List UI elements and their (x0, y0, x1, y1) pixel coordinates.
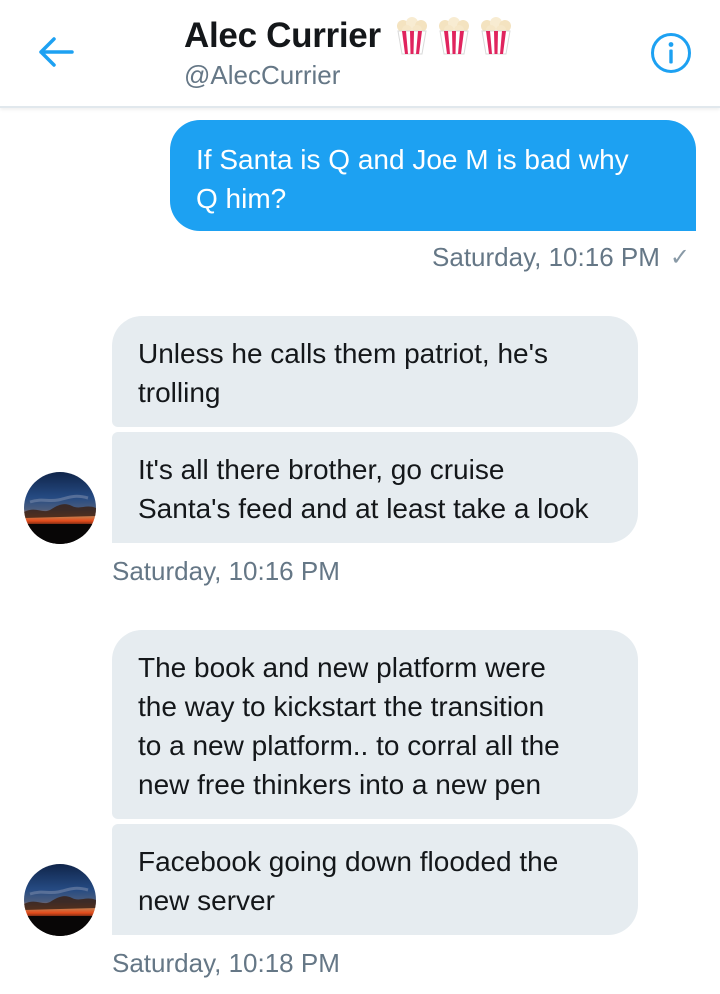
avatar-image (24, 494, 96, 544)
avatar-image (24, 886, 96, 936)
user-handle: @AlecCurrier (184, 60, 341, 90)
popcorn-icon (396, 17, 427, 55)
info-button[interactable] (650, 32, 692, 74)
conversation-header: Alec Currier @AlecCurrier (0, 0, 720, 108)
info-icon (651, 33, 691, 73)
popcorn-icon (438, 17, 469, 55)
received-message-bubble[interactable]: The book and new platform were the way t… (112, 630, 638, 819)
received-message-bubble[interactable]: Facebook going down flooded the new serv… (112, 824, 638, 935)
name-emojis (395, 17, 513, 55)
message-timestamp: Saturday, 10:18 PM (112, 948, 340, 978)
sent-message-bubble[interactable]: If Santa is Q and Joe M is bad why Q him… (170, 120, 696, 231)
checkmark-icon: ✓ (669, 244, 690, 271)
popcorn-icon (480, 17, 511, 55)
back-button[interactable] (28, 24, 84, 80)
avatar[interactable] (24, 472, 96, 544)
timestamp-text: Saturday, 10:16 PM (432, 242, 660, 272)
message-timestamp: Saturday, 10:16 PM (112, 556, 340, 586)
message-timestamp: Saturday, 10:16 PM ✓ (432, 242, 690, 273)
display-name: Alec Currier (184, 16, 381, 55)
back-arrow-icon (39, 37, 74, 67)
received-message-bubble[interactable]: Unless he calls them patriot, he's troll… (112, 316, 638, 427)
dm-conversation-screen: Alec Currier @AlecCurrier If Santa is Q … (0, 0, 720, 994)
avatar[interactable] (24, 864, 96, 936)
received-message-bubble[interactable]: It's all there brother, go cruise Santa'… (112, 432, 638, 543)
conversation-title[interactable]: Alec Currier @AlecCurrier (184, 14, 513, 91)
